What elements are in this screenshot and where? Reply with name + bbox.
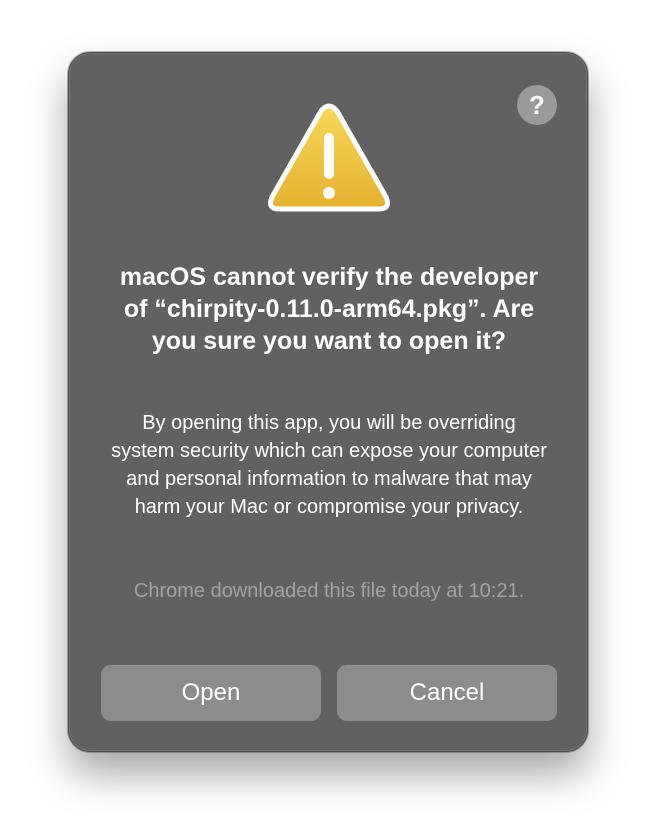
security-alert-dialog: ? macOS cannot verify the developer of “…	[68, 52, 588, 752]
download-note: Chrome downloaded this file today at 10:…	[133, 580, 525, 602]
help-button[interactable]: ?	[517, 85, 557, 125]
cancel-button-label: Cancel	[409, 679, 485, 706]
open-button-label: Open	[181, 679, 241, 706]
dialog-title: macOS cannot verify the developer of “ch…	[119, 263, 539, 355]
warning-triangle-icon	[268, 103, 390, 212]
dialog-message: By opening this app, you will be overrid…	[111, 412, 547, 518]
screen: ? macOS cannot verify the developer of “…	[0, 0, 656, 836]
open-button[interactable]: Open	[101, 665, 321, 721]
help-button-label: ?	[529, 90, 545, 120]
cancel-button[interactable]: Cancel	[337, 665, 557, 721]
